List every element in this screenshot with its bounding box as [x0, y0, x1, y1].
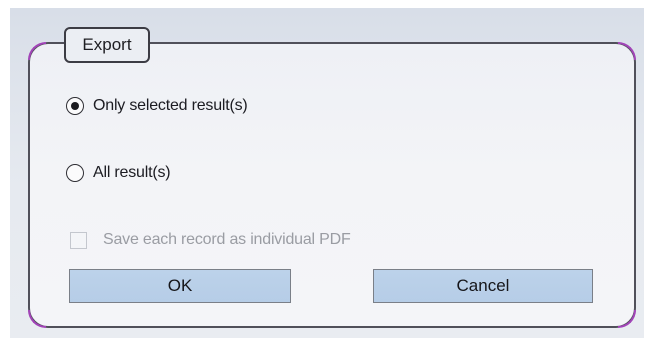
- radio-label-all[interactable]: All result(s): [93, 164, 171, 182]
- screen: Export Only selected result(s) All resul…: [0, 0, 654, 342]
- ok-button[interactable]: OK: [69, 269, 291, 303]
- radio-selected-icon[interactable]: [66, 97, 84, 115]
- radio-dot: [70, 101, 79, 110]
- radio-unselected-icon[interactable]: [66, 164, 84, 182]
- checkbox-label[interactable]: Save each record as individual PDF: [103, 231, 351, 249]
- checkbox-save-individual-pdf[interactable]: Save each record as individual PDF: [70, 228, 351, 252]
- radio-all-results[interactable]: All result(s): [66, 161, 171, 185]
- checkbox-unchecked-icon[interactable]: [70, 231, 87, 249]
- radio-only-selected-results[interactable]: Only selected result(s): [66, 94, 248, 118]
- cancel-button[interactable]: Cancel: [373, 269, 593, 303]
- radio-label-only-selected[interactable]: Only selected result(s): [93, 97, 248, 115]
- groupbox-title: Export: [64, 27, 150, 63]
